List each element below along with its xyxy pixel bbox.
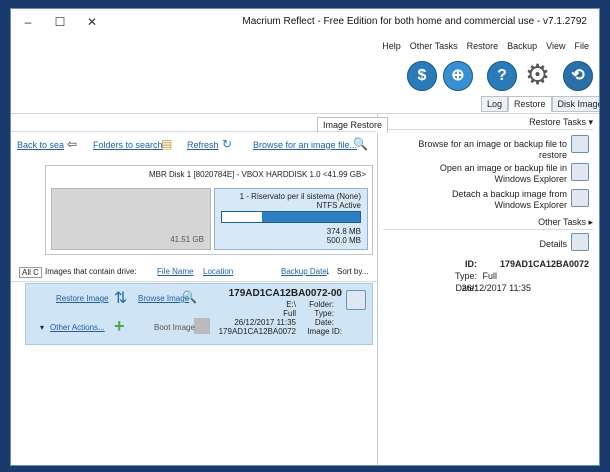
refresh-link[interactable]: Refresh <box>187 140 219 150</box>
images-contain-drive-label: Images that contain drive: <box>45 267 137 276</box>
details-icon <box>571 233 589 251</box>
browse-image-file-link[interactable]: Browse for an image file... <box>253 140 357 150</box>
sort-location-link[interactable]: Location <box>203 267 233 276</box>
image-type-value: Full <box>283 309 296 318</box>
settings-gear-icon[interactable]: ⚙ <box>525 59 550 91</box>
unallocated-partition[interactable]: 41.51 GB <box>51 188 211 250</box>
back-to-search-link[interactable]: Back to sea <box>17 140 64 150</box>
main-tab-separator <box>11 131 377 132</box>
menu-other-tasks[interactable]: Other Tasks <box>410 41 458 51</box>
detail-date-value: 26/12/2017 11:35 <box>461 283 531 293</box>
disk-header: MBR Disk 1 [8020784E] - VBOX HARDDISK 1.… <box>149 170 366 179</box>
image-id-label: Image ID: <box>307 327 342 336</box>
globe-update-icon[interactable]: ⊕ <box>443 61 473 91</box>
menu-restore[interactable]: Restore <box>467 41 499 51</box>
pane-divider[interactable] <box>377 113 378 465</box>
menu-bar: File View Backup Restore Other Tasks Hel… <box>382 41 589 51</box>
disk-image-icon[interactable]: ⟲ <box>563 61 593 91</box>
add-action-icon: + <box>114 316 125 336</box>
close-button[interactable]: ✕ <box>81 13 103 31</box>
main-toolbar: 🔍 Browse for an image file... ↻ Refresh … <box>15 137 375 153</box>
detail-type-value: Full <box>482 271 497 281</box>
task-open-in-explorer[interactable]: Open an image or backup file in Windows … <box>417 163 567 185</box>
restore-image-icon: ⇅ <box>114 290 128 307</box>
details-header[interactable]: Details <box>539 239 567 249</box>
sort-arrow-icon: ↓ <box>325 265 331 277</box>
restore-image-link[interactable]: Restore Image <box>56 294 108 303</box>
other-tasks-separator <box>383 229 593 230</box>
other-tasks-header[interactable]: Other Tasks ▸ <box>538 217 593 228</box>
other-actions-link[interactable]: Other Actions... <box>50 323 105 332</box>
help-icon[interactable]: ? <box>487 61 517 91</box>
partition-total: 500.0 MB <box>326 236 361 245</box>
menu-help[interactable]: Help <box>382 41 401 51</box>
sort-bar: All C Images that contain drive: File Na… <box>15 265 375 279</box>
title-bar: – ☐ ✕ Macrium Reflect - Free Edition for… <box>11 9 599 35</box>
tab-log[interactable]: Log <box>481 96 509 112</box>
refresh-icon: ↻ <box>222 137 233 151</box>
image-folder-label: Folder: <box>309 300 334 309</box>
restore-tasks-separator <box>383 129 593 130</box>
main-panel: Image Restore 🔍 Browse for an image file… <box>11 113 389 465</box>
partition-usage-bar <box>221 211 361 223</box>
task-detach-image[interactable]: Detach a backup image from Windows Explo… <box>417 189 567 211</box>
partition-used: 374.8 MB <box>326 227 361 236</box>
image-folder-value: E:\ <box>286 300 296 309</box>
image-row[interactable]: 179AD1CA12BA0072-00 Folder: E:\ Type: Fu… <box>25 283 373 345</box>
tab-strip: Disk Image Restore Log <box>481 96 599 112</box>
gray-partition-size: 41.51 GB <box>170 235 204 244</box>
sidebar: Restore Tasks ▾ Browse for an image or b… <box>383 115 597 455</box>
detach-image-icon <box>571 189 589 207</box>
boot-image-icon <box>194 318 210 334</box>
image-name: 179AD1CA12BA0072-00 <box>228 288 342 299</box>
task-browse-image[interactable]: Browse for an image or backup file to re… <box>389 139 567 161</box>
drive-filter-select[interactable]: All C <box>19 267 42 278</box>
app-window: – ☐ ✕ Macrium Reflect - Free Edition for… <box>10 8 600 466</box>
partition-fs: NTFS Active <box>316 201 361 210</box>
sort-by-label: Sort by... <box>337 267 369 276</box>
image-type-label: Type: <box>314 309 334 318</box>
folders-to-search-link[interactable]: Folders to search <box>93 140 163 150</box>
detail-id-value: 179AD1CA12BA0072 <box>499 259 589 269</box>
sort-file-name-link[interactable]: File Name <box>157 267 193 276</box>
donate-icon[interactable]: $ <box>407 61 437 91</box>
detail-type-label: Type: <box>454 271 477 281</box>
menu-file[interactable]: File <box>574 41 589 51</box>
menu-backup[interactable]: Backup <box>507 41 537 51</box>
image-date-label: Date: <box>314 318 334 327</box>
minimize-button[interactable]: – <box>17 13 39 31</box>
disk-panel: MBR Disk 1 [8020784E] - VBOX HARDDISK 1.… <box>45 165 373 255</box>
image-id-value: 179AD1CA12BA0072 <box>218 327 296 336</box>
image-date-value: 26/12/2017 11:35 <box>234 318 296 327</box>
maximize-button[interactable]: ☐ <box>49 13 71 31</box>
system-partition[interactable]: 1 - Riservato per il sistema (None) NTFS… <box>214 188 368 250</box>
restore-tasks-header[interactable]: Restore Tasks ▾ <box>529 117 593 128</box>
other-actions-dropdown-icon[interactable]: ▾ <box>40 323 44 332</box>
back-arrow-icon: ⇦ <box>67 137 78 151</box>
sort-backup-date-link[interactable]: Backup Date <box>281 267 327 276</box>
sort-separator <box>11 281 377 282</box>
other-tasks-label: Other Tasks <box>538 217 586 227</box>
folders-icon: ▤ <box>161 137 173 151</box>
tab-restore[interactable]: Restore <box>508 96 552 112</box>
window-title: Macrium Reflect - Free Edition for both … <box>242 16 587 27</box>
detail-id-label: ID: <box>465 259 477 269</box>
boot-image-label: Boot Image <box>154 323 195 332</box>
folder-icon <box>571 135 589 153</box>
restore-tasks-label: Restore Tasks <box>529 117 586 127</box>
partition-usage-free <box>222 212 262 222</box>
image-file-icon <box>346 290 366 310</box>
browse-image-link[interactable]: Browse Image <box>138 294 189 303</box>
menu-view[interactable]: View <box>546 41 565 51</box>
partition-label: 1 - Riservato per il sistema (None) <box>239 192 361 201</box>
open-image-icon <box>571 163 589 181</box>
tab-disk-image[interactable]: Disk Image <box>551 96 599 112</box>
